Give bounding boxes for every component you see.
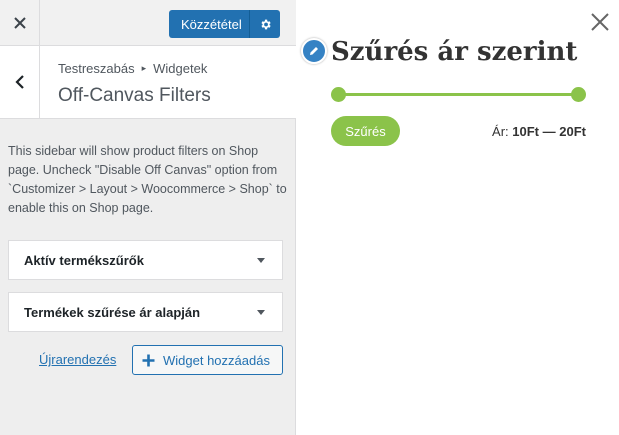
publish-settings-button[interactable]	[250, 18, 280, 31]
publish-button[interactable]: Közzététel	[169, 17, 249, 32]
widget-active-filters[interactable]: Aktív termékszűrők	[8, 240, 283, 280]
price-prefix: Ár:	[492, 124, 509, 139]
widget-title: Termékek szűrése ár alapján	[24, 304, 201, 320]
close-off-canvas-button[interactable]	[588, 10, 612, 34]
gear-icon	[260, 19, 271, 29]
edit-widget-shortcut[interactable]	[301, 38, 327, 64]
price-separator: —	[542, 124, 556, 139]
plus-icon	[133, 354, 163, 367]
slider-handle-max[interactable]	[571, 87, 586, 102]
price-range-label: Ár: 10Ft — 20Ft	[492, 124, 586, 139]
customizer-header: Közzététel	[0, 0, 296, 46]
widget-price-filter[interactable]: Termékek szűrése ár alapján	[8, 292, 283, 332]
section-title: Off-Canvas Filters	[58, 85, 211, 106]
add-widget-button[interactable]: Widget hozzáadás	[132, 345, 283, 375]
price-max: 20Ft	[559, 124, 586, 139]
close-x-icon	[13, 17, 26, 29]
filter-button[interactable]: Szűrés	[331, 116, 400, 146]
back-button[interactable]	[0, 46, 40, 118]
breadcrumb-item-widgets: Widgetek	[153, 61, 208, 76]
sidebar-description: This sidebar will show product filters o…	[8, 144, 287, 215]
price-filter-heading: Szűrés ár szerint	[331, 37, 578, 67]
triangle-right-icon: ▸	[141, 63, 147, 73]
caret-down-icon[interactable]	[257, 257, 265, 263]
pencil-icon	[310, 47, 318, 55]
widget-title: Aktív termékszűrők	[24, 252, 144, 268]
reorder-link[interactable]: Újrarendezés	[39, 352, 116, 367]
customizer-sidebar: Közzététel Testreszabás ▸ Widgetek Off-C…	[0, 0, 296, 435]
slider-track	[339, 93, 578, 96]
chevron-left-icon	[14, 75, 24, 89]
price-range-slider	[331, 86, 586, 102]
add-widget-label: Widget hozzáadás	[163, 352, 270, 368]
slider-handle-min[interactable]	[331, 87, 346, 102]
close-customizer-button[interactable]	[0, 0, 40, 46]
breadcrumb-item-customize: Testreszabás	[58, 61, 135, 76]
caret-down-icon[interactable]	[257, 309, 265, 315]
price-min: 10Ft	[512, 124, 540, 139]
close-x-icon	[591, 13, 609, 31]
section-header: Testreszabás ▸ Widgetek Off-Canvas Filte…	[0, 46, 296, 119]
publish-button-group: Közzététel	[169, 10, 280, 38]
breadcrumb: Testreszabás ▸ Widgetek	[58, 61, 207, 76]
